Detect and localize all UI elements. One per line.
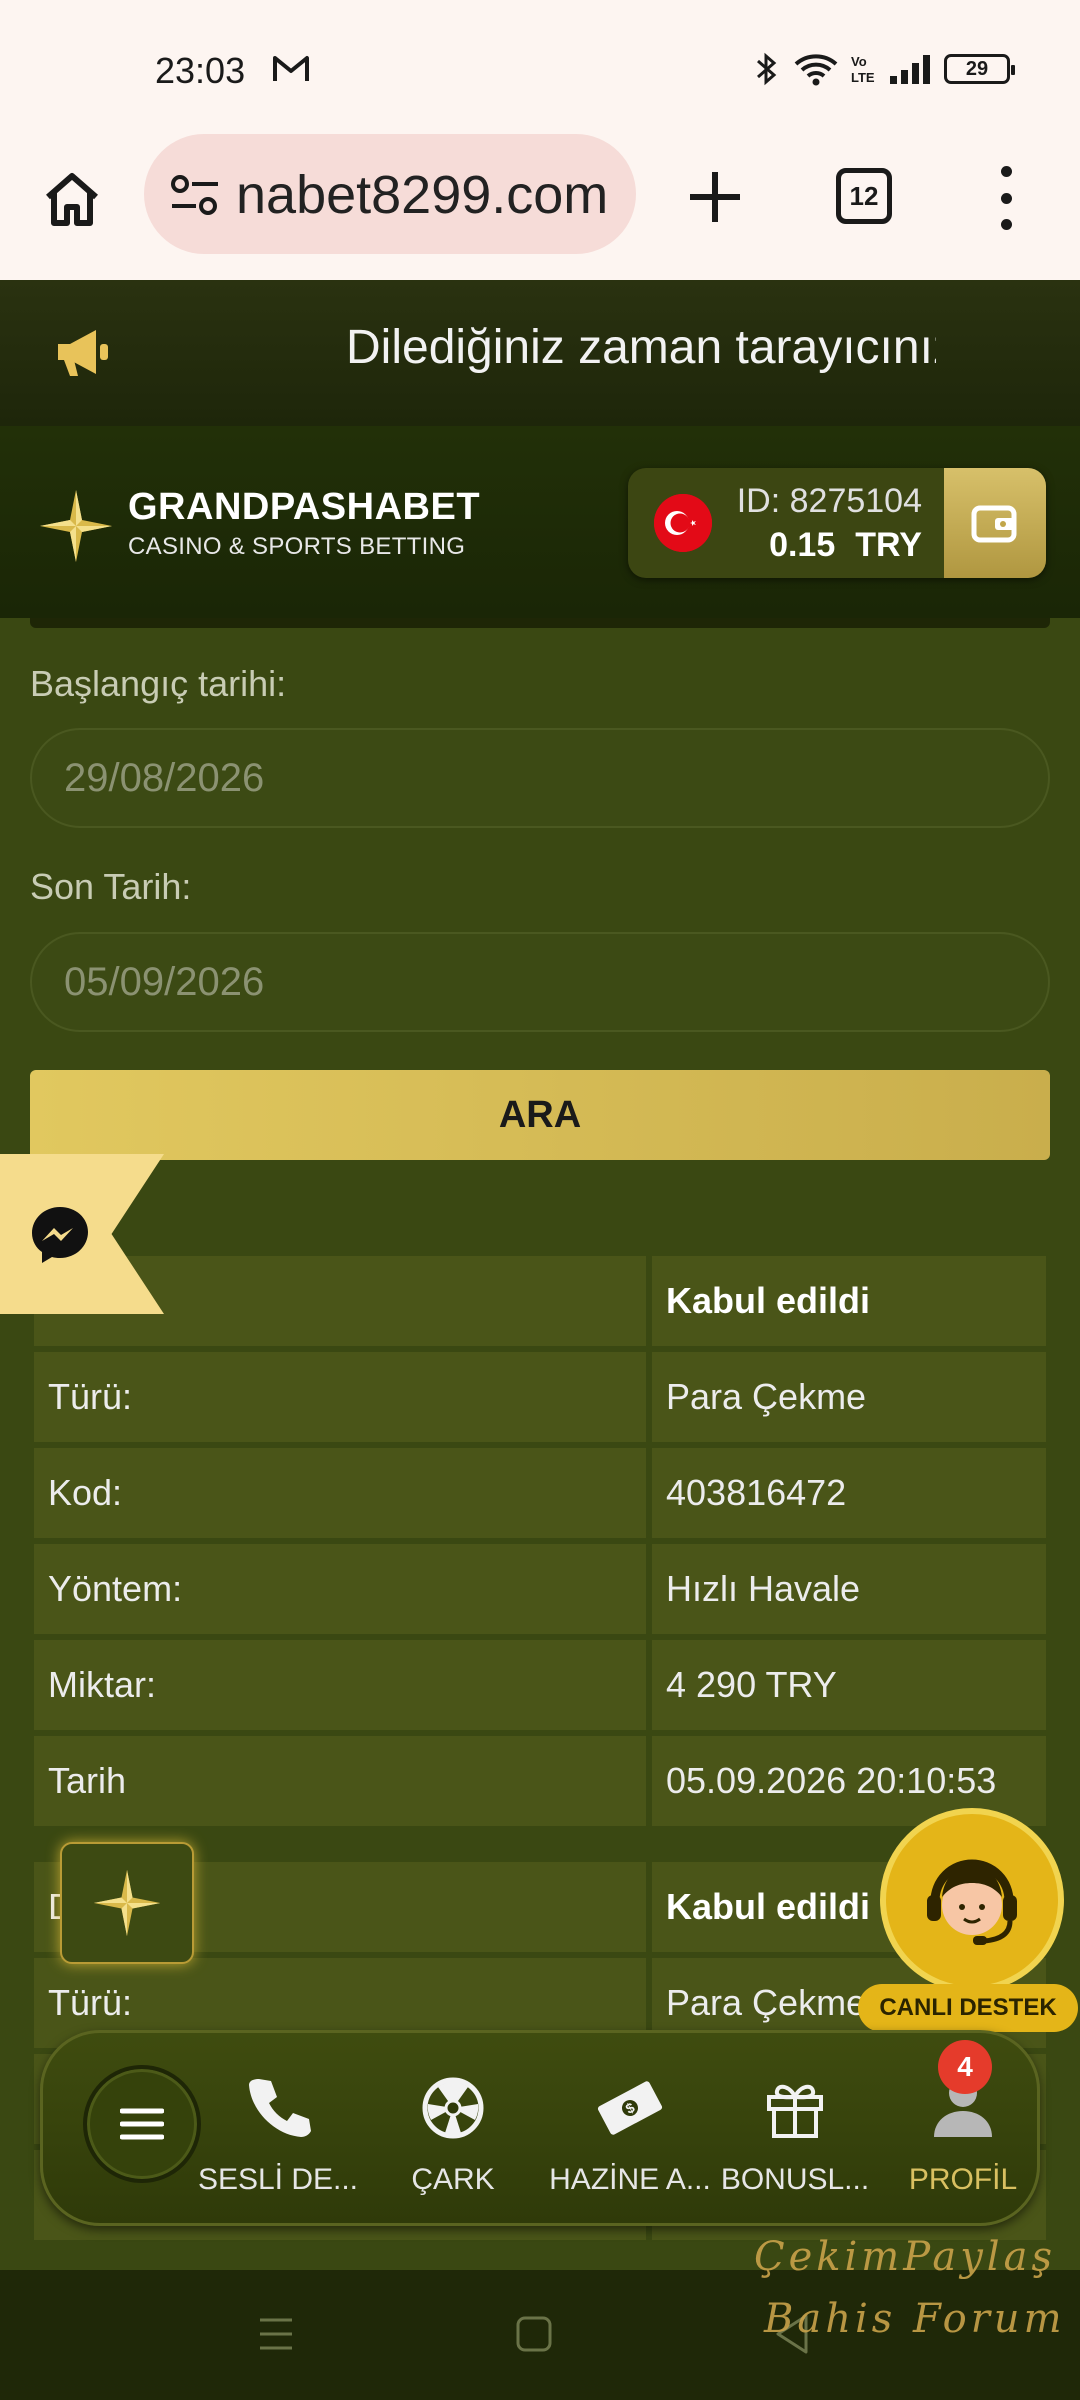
phone-icon (249, 2079, 311, 2137)
site-header: GRANDPASHABET CASINO & SPORTS BETTING ID… (0, 426, 1080, 618)
nav-label: HAZİNE A... (549, 2163, 711, 2196)
account-id: ID: 8275104 (736, 482, 922, 520)
start-date-label: Başlangıç tarihi: (30, 663, 287, 704)
transaction-table-1: :Kabul edildi Türü:Para Çekme Kod:403816… (34, 1256, 1046, 1832)
live-support-button[interactable] (880, 1808, 1064, 1992)
status-value: Kabul edildi (652, 1256, 1046, 1346)
hamburger-icon (120, 2108, 164, 2140)
recents-icon[interactable] (256, 2314, 296, 2354)
table-row: :Kabul edildi (34, 1256, 1046, 1346)
url-text: nabet8299.com (236, 165, 609, 225)
announcement-text: Dilediğiniz zaman tarayıcınız (346, 321, 936, 374)
nav-item-voice-support[interactable]: SESLİ DE... (193, 2073, 363, 2197)
row-value: 4 290 TRY (652, 1640, 1046, 1730)
nav-item-bonuses[interactable]: BONUSL... (710, 2073, 880, 2197)
status-time: 23:03 (155, 50, 246, 91)
headset-agent-icon (927, 1859, 1017, 1945)
brand-tagline: CASINO & SPORTS BETTING (128, 533, 466, 560)
live-support-label[interactable]: CANLI DESTEK (858, 1984, 1078, 2032)
status-bar: 23:03 Vo LTE 29 (0, 0, 1080, 130)
bottom-nav: SESLİ DE... ÇARK $ HAZİNE A... BONUSL...… (40, 2030, 1040, 2226)
wallet-icon (971, 505, 1017, 543)
bluetooth-icon (757, 52, 777, 86)
messenger-icon[interactable] (28, 1203, 92, 1267)
money-icon: $ (597, 2081, 663, 2135)
nav-label: SESLİ DE... (197, 2163, 359, 2196)
nav-item-wheel[interactable]: ÇARK (368, 2073, 538, 2197)
account-panel[interactable]: ID: 8275104 0.15 TRY (628, 468, 1046, 578)
signal-icon (890, 55, 930, 84)
divider (30, 618, 1050, 628)
home-nav-icon[interactable] (514, 2314, 554, 2354)
brand-name: GRANDPASHABET (128, 486, 481, 528)
nav-item-treasure[interactable]: $ HAZİNE A... (545, 2073, 715, 2197)
gmail-icon (273, 56, 309, 81)
announcement-bar: Dilediğiniz zaman tarayıcınız (0, 280, 1080, 426)
wifi-icon (794, 54, 838, 86)
table-row: Tarih 05.09.2026 20:10:53 (34, 1736, 1046, 1826)
row-value: 403816472 (652, 1448, 1046, 1538)
watermark: ÇekimPaylaş Bahis Forum (754, 2226, 1080, 2350)
hamburger-menu-button[interactable] (83, 2065, 201, 2183)
volte-icon: VoLTE (851, 54, 875, 85)
more-menu-icon[interactable] (996, 166, 1016, 230)
row-label: Yöntem: (34, 1544, 646, 1634)
status-icons: Vo LTE 29 (752, 52, 1015, 86)
nav-label: BONUSL... (720, 2163, 870, 2196)
account-balance: 0.15 TRY (769, 526, 922, 565)
table-row: Türü: Para Çekme (34, 1352, 1046, 1442)
address-bar[interactable]: nabet8299.com (144, 134, 636, 254)
star-icon (93, 1869, 161, 1937)
watermark-line-1: ÇekimPaylaş (754, 2234, 1056, 2280)
table-row: Yöntem: Hızlı Havale (34, 1544, 1046, 1634)
nav-label: PROFİL (908, 2163, 1018, 2196)
row-label: Tarih (34, 1736, 646, 1826)
row-label: Türü: (34, 1352, 646, 1442)
balance-currency: TRY (855, 526, 922, 564)
nav-label: ÇARK (411, 2163, 495, 2196)
start-date-input[interactable]: 29/08/2026 (30, 728, 1050, 828)
end-date-input[interactable]: 05/09/2026 (30, 932, 1050, 1032)
site-settings-icon[interactable] (170, 174, 220, 216)
row-value: Hızlı Havale (652, 1544, 1046, 1634)
table-row: Miktar: 4 290 TRY (34, 1640, 1046, 1730)
row-value: Para Çekme (652, 1352, 1046, 1442)
wheel-icon (422, 2077, 484, 2139)
brand-logo[interactable]: GRANDPASHABET CASINO & SPORTS BETTING (128, 486, 480, 561)
row-label: Kod: (34, 1448, 646, 1538)
notification-badge: 4 (938, 2040, 992, 2094)
turkey-flag-icon[interactable] (654, 494, 712, 552)
browser-toolbar: nabet8299.com 12 (0, 130, 1080, 280)
gift-icon (767, 2084, 823, 2138)
wallet-button[interactable] (944, 468, 1046, 578)
search-button[interactable]: ARA (30, 1070, 1050, 1160)
logo-star-icon[interactable] (38, 488, 114, 564)
svg-text:LTE: LTE (851, 70, 875, 85)
home-icon[interactable] (40, 167, 104, 231)
tab-switcher-button[interactable]: 12 (836, 168, 892, 224)
svg-text:Vo: Vo (851, 54, 867, 69)
balance-amount: 0.15 (769, 526, 836, 564)
new-tab-icon[interactable] (686, 168, 744, 226)
watermark-line-2: Bahis Forum (764, 2296, 1066, 2342)
battery-icon: 29 (944, 54, 1015, 84)
megaphone-icon (58, 330, 108, 376)
end-date-label: Son Tarih: (30, 866, 192, 907)
quick-access-star-button[interactable] (60, 1842, 194, 1964)
table-row: Kod: 403816472 (34, 1448, 1046, 1538)
row-label: Miktar: (34, 1640, 646, 1730)
